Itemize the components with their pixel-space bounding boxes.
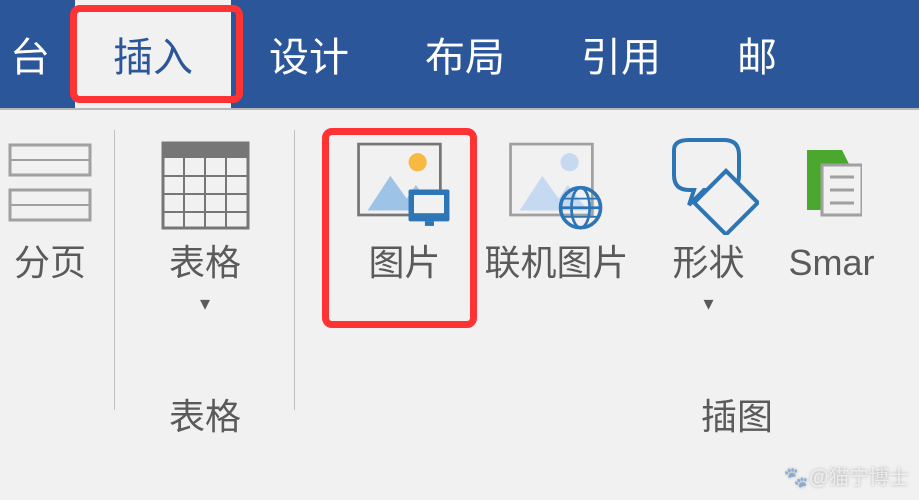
ribbon: 分页 表格 ▾ 表格: [0, 110, 919, 450]
group-pages: 分页: [0, 110, 115, 450]
picture-label: 图片: [368, 243, 440, 283]
online-picture-label: 联机图片: [484, 243, 628, 283]
group-illustrations: 图片 联机图片: [295, 110, 919, 450]
table-label: 表格: [169, 243, 241, 283]
tab-mailings-partial[interactable]: 邮: [699, 0, 787, 108]
watermark: 🐾@猫宁博士: [784, 461, 909, 490]
table-group-label: 表格: [169, 373, 241, 440]
illustrations-group-label: 插图: [701, 373, 773, 440]
group-tables: 表格 ▾ 表格: [115, 110, 295, 450]
tab-references[interactable]: 引用: [543, 0, 699, 108]
smartart-label: Smar: [789, 243, 875, 283]
smartart-icon: [802, 135, 862, 235]
shapes-icon: [659, 135, 759, 235]
shapes-dropdown-arrow: ▾: [703, 291, 713, 316]
table-icon: [155, 135, 255, 235]
tab-design[interactable]: 设计: [231, 0, 387, 108]
picture-icon: [354, 135, 454, 235]
page-break-icon: [0, 135, 100, 235]
tab-partial-left[interactable]: 台: [0, 0, 75, 108]
picture-button[interactable]: 图片: [339, 130, 469, 321]
online-picture-button[interactable]: 联机图片: [469, 130, 643, 321]
table-dropdown-arrow: ▾: [200, 291, 210, 316]
smartart-button[interactable]: Smar: [774, 130, 875, 321]
online-picture-icon: [506, 135, 606, 235]
tab-insert[interactable]: 插入: [75, 0, 231, 108]
shapes-label: 形状: [672, 243, 744, 283]
table-button[interactable]: 表格 ▾: [140, 130, 270, 321]
page-break-label: 分页: [14, 243, 86, 283]
page-break-button[interactable]: 分页: [0, 130, 115, 288]
tab-layout[interactable]: 布局: [387, 0, 543, 108]
ribbon-tab-bar: 台 插入 设计 布局 引用 邮: [0, 0, 919, 110]
shapes-button[interactable]: 形状 ▾: [644, 130, 774, 321]
